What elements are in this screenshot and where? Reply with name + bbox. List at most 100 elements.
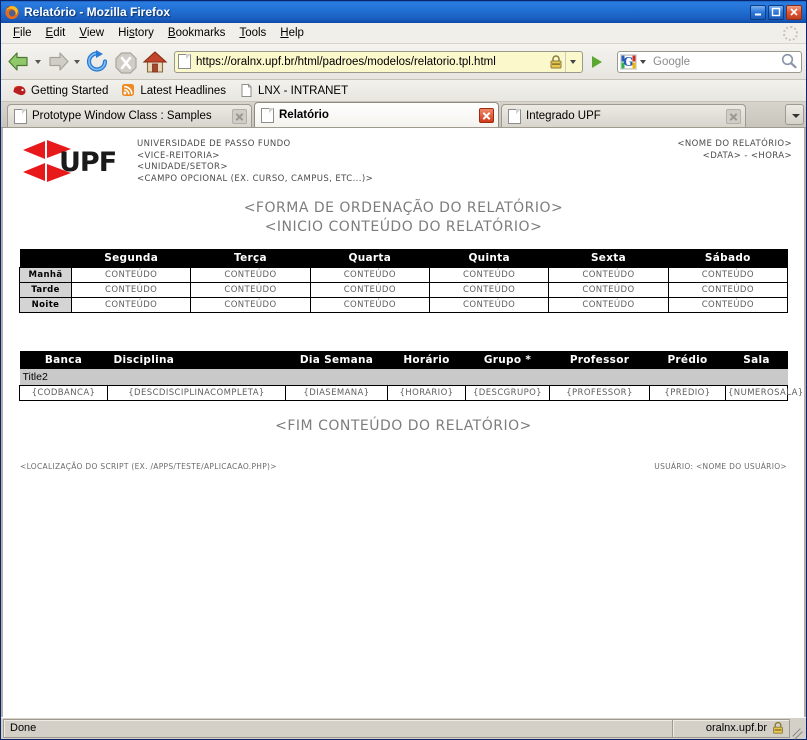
- forward-history-dropdown-icon: [73, 48, 82, 76]
- tab-strip: Prototype Window Class : Samples Relatór…: [1, 102, 806, 128]
- column-header: Sexta: [548, 249, 669, 268]
- table-row: Tarde CONTEÚDO CONTEÚDO CONTEÚDO CONTEÚD…: [19, 282, 789, 298]
- tab-label: Integrado UPF: [526, 110, 601, 122]
- column-header: Professor: [549, 351, 650, 369]
- table-cell: CONTEÚDO: [190, 297, 311, 313]
- bookmark-label: Latest Headlines: [140, 84, 227, 97]
- bookmark-label: Getting Started: [31, 84, 109, 97]
- page-favicon-icon: [178, 54, 191, 69]
- tab-favicon-icon: [14, 108, 27, 124]
- status-bar: Done oralnx.upf.br: [1, 717, 806, 739]
- back-arrow-icon[interactable]: [5, 48, 33, 76]
- report-page: UPF UNIVERSIDADE DE PASSO FUNDO <VICE-RE…: [3, 128, 804, 471]
- firefox-icon: [4, 4, 20, 20]
- table-cell: {NUMEROSALA}: [725, 385, 803, 401]
- tab-integrado-upf[interactable]: Integrado UPF: [501, 104, 746, 127]
- detail-table: Banca Disciplina Dia Semana Horário Grup…: [19, 351, 803, 401]
- report-footer: <LOCALIZAÇÃO DO SCRIPT (EX. /APPS/TESTE/…: [11, 462, 796, 471]
- page-icon: [239, 83, 254, 98]
- upf-logo: UPF: [19, 138, 127, 184]
- report-start-line: <INICIO CONTEÚDO DO RELATÓRIO>: [264, 219, 543, 235]
- column-header: Disciplina: [107, 351, 286, 369]
- tab-favicon-icon: [508, 108, 521, 124]
- table-cell: CONTEÚDO: [70, 267, 192, 283]
- menu-view[interactable]: View: [72, 25, 111, 41]
- search-engine-dropdown-icon[interactable]: [638, 52, 649, 72]
- table-cell: CONTEÚDO: [190, 267, 311, 283]
- stop-icon: [112, 48, 140, 76]
- padlock-icon: [771, 721, 785, 735]
- title-bar: Relatório - Mozilla Firefox: [1, 1, 806, 23]
- column-header: Terça: [190, 249, 311, 268]
- tab-list-dropdown-icon[interactable]: [785, 104, 804, 125]
- bookmark-getting-started[interactable]: Getting Started: [7, 82, 113, 99]
- column-header: Quarta: [310, 249, 430, 268]
- upf-logo-text: UPF: [59, 147, 117, 178]
- bookmark-label: LNX - INTRANET: [258, 84, 349, 97]
- table-cell: {CODBANCA}: [19, 385, 108, 401]
- column-header: Grupo *: [465, 351, 550, 369]
- maximize-button[interactable]: [768, 4, 784, 20]
- table-cell: CONTEÚDO: [309, 267, 430, 283]
- window-title: Relatório - Mozilla Firefox: [24, 5, 171, 19]
- period-label: Manhã: [19, 267, 72, 283]
- table-row: {CODBANCA} {DESCDISCIPLINACOMPLETA} {DIA…: [19, 385, 803, 401]
- window-controls: [750, 4, 802, 20]
- table-cell: CONTEÚDO: [548, 297, 669, 313]
- table-cell: CONTEÚDO: [309, 297, 430, 313]
- column-header: Sala: [725, 351, 788, 369]
- table-cell: {HORARIO}: [387, 385, 466, 401]
- status-message: Done: [3, 718, 672, 738]
- bookmark-lnx-intranet[interactable]: LNX - INTRANET: [234, 82, 353, 99]
- org-line: <UNIDADE/SETOR>: [137, 162, 228, 172]
- table-spacer: [11, 313, 796, 351]
- menu-edit[interactable]: Edit: [39, 25, 73, 41]
- reload-icon[interactable]: [83, 48, 111, 76]
- tab-close-icon[interactable]: [726, 108, 741, 124]
- period-label: Tarde: [19, 282, 72, 298]
- status-domain: oralnx.upf.br: [705, 722, 767, 734]
- table-cell: CONTEÚDO: [70, 297, 192, 313]
- tab-close-icon[interactable]: [232, 108, 247, 124]
- menu-help[interactable]: Help: [273, 25, 311, 41]
- browser-window: Relatório - Mozilla Firefox File Edit Vi…: [0, 0, 807, 740]
- table-header-row: Banca Disciplina Dia Semana Horário Grup…: [19, 351, 788, 369]
- report-user: USUÁRIO: <NOME DO USUÁRIO>: [654, 462, 787, 471]
- bookmark-latest-headlines[interactable]: Latest Headlines: [116, 82, 231, 99]
- script-location: <LOCALIZAÇÃO DO SCRIPT (EX. /APPS/TESTE/…: [20, 462, 277, 471]
- home-icon[interactable]: [141, 48, 169, 76]
- menu-tools[interactable]: Tools: [232, 25, 273, 41]
- menu-bookmarks[interactable]: Bookmarks: [161, 25, 233, 41]
- org-line: UNIVERSIDADE DE PASSO FUNDO: [137, 139, 291, 149]
- url-text[interactable]: https://oralnx.upf.br/html/padroes/model…: [196, 56, 548, 68]
- table-cell: CONTEÚDO: [70, 282, 192, 298]
- column-header: Sábado: [668, 249, 788, 268]
- url-dropdown-icon[interactable]: [565, 51, 580, 72]
- rss-feed-icon: [121, 83, 136, 98]
- menu-file[interactable]: File: [6, 25, 39, 41]
- magnifier-icon[interactable]: [779, 52, 801, 72]
- search-input[interactable]: Google: [649, 56, 779, 68]
- resize-grip[interactable]: [790, 719, 804, 738]
- navigation-toolbar: https://oralnx.upf.br/html/padroes/model…: [1, 44, 806, 80]
- table-row: Noite CONTEÚDO CONTEÚDO CONTEÚDO CONTEÚD…: [19, 297, 789, 313]
- table-cell: {PROFESSOR}: [549, 385, 650, 401]
- table-cell: {DIASEMANA}: [285, 385, 388, 401]
- minimize-button[interactable]: [750, 4, 766, 20]
- tab-relatorio[interactable]: Relatório: [254, 102, 499, 127]
- org-line: <VICE-REITORIA>: [137, 150, 220, 161]
- tab-prototype-window-class[interactable]: Prototype Window Class : Samples: [7, 104, 252, 127]
- report-title-block: <FORMA DE ORDENAÇÃO DO RELATÓRIO> <INICI…: [11, 199, 796, 237]
- svg-text:G: G: [623, 55, 633, 69]
- back-history-dropdown-icon[interactable]: [34, 48, 43, 76]
- column-header: Horário: [387, 351, 466, 369]
- close-button[interactable]: [786, 4, 802, 20]
- go-button[interactable]: [584, 50, 610, 74]
- menu-history[interactable]: History: [111, 25, 161, 41]
- google-icon[interactable]: G: [620, 53, 637, 70]
- url-bar[interactable]: https://oralnx.upf.br/html/padroes/model…: [174, 50, 583, 73]
- security-domain-panel[interactable]: oralnx.upf.br: [672, 718, 790, 738]
- search-bar[interactable]: G Google: [617, 50, 802, 73]
- tab-favicon-icon: [261, 107, 274, 123]
- tab-close-icon[interactable]: [479, 107, 494, 123]
